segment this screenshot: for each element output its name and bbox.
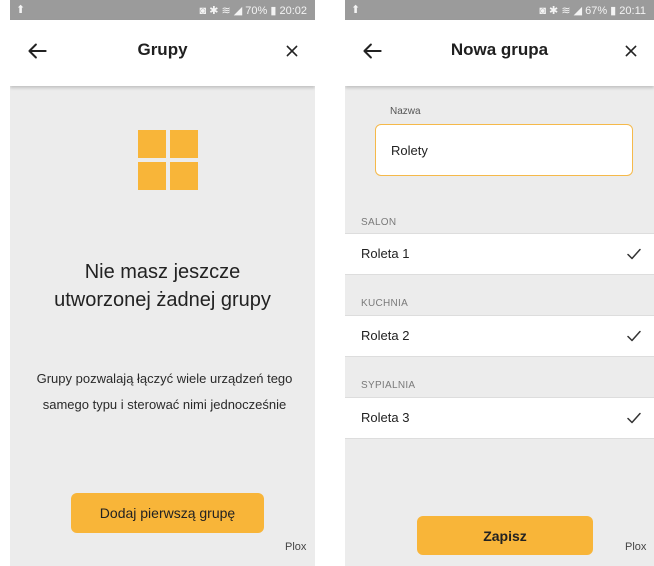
save-button[interactable]: Zapisz: [417, 516, 593, 555]
empty-state-title: Nie masz jeszcze utworzonej żadnej grupy: [54, 261, 271, 311]
page-title: Grupy: [137, 40, 188, 59]
status-indicators: ◙ ✱ ≋ ◢ 67% ▮ 20:11: [539, 5, 646, 17]
close-icon[interactable]: [620, 40, 642, 62]
brand-label: Plox: [625, 541, 647, 553]
section-label-salon: SALON: [361, 217, 397, 228]
device-row[interactable]: Roleta 3: [345, 397, 654, 439]
upload-notification-icon: ⬆: [16, 4, 26, 16]
name-field-label: Nazwa: [390, 106, 421, 117]
app-bar: Grupy: [10, 20, 315, 86]
section-label-sypialnia: SYPIALNIA: [361, 380, 416, 391]
device-name: Roleta 1: [361, 246, 410, 261]
check-icon: [627, 330, 641, 342]
check-icon: [627, 248, 641, 260]
screen-new-group: ⬆ ◙ ✱ ≋ ◢ 67% ▮ 20:11 Nowa grupa Nazwa S…: [345, 0, 654, 566]
section-label-kuchnia: KUCHNIA: [361, 298, 409, 309]
device-name: Roleta 2: [361, 328, 410, 343]
status-bar: ⬆ ◙ ✱ ≋ ◢ 67% ▮ 20:11: [345, 0, 654, 20]
app-bar: Nowa grupa: [345, 20, 654, 86]
page-title: Nowa grupa: [450, 40, 549, 59]
empty-state-description: Grupy pozwalają łączyć wiele urządzeń te…: [36, 371, 293, 412]
status-indicators: ◙ ✱ ≋ ◢ 70% ▮ 20:02: [199, 5, 307, 17]
brand-label: Plox: [285, 541, 307, 553]
grid-icon: [138, 130, 198, 190]
device-row[interactable]: Roleta 1: [345, 233, 654, 275]
screen-groups-empty: ⬆ ◙ ✱ ≋ ◢ 70% ▮ 20:02 Grupy Nie masz jes…: [10, 0, 315, 566]
add-first-group-button[interactable]: Dodaj pierwszą grupę: [71, 493, 264, 533]
upload-notification-icon: ⬆: [351, 4, 361, 16]
device-row[interactable]: Roleta 2: [345, 315, 654, 357]
close-icon[interactable]: [281, 40, 303, 62]
group-name-input[interactable]: [375, 124, 633, 176]
check-icon: [627, 412, 641, 424]
device-name: Roleta 3: [361, 410, 410, 425]
status-bar: ⬆ ◙ ✱ ≋ ◢ 70% ▮ 20:02: [10, 0, 315, 20]
